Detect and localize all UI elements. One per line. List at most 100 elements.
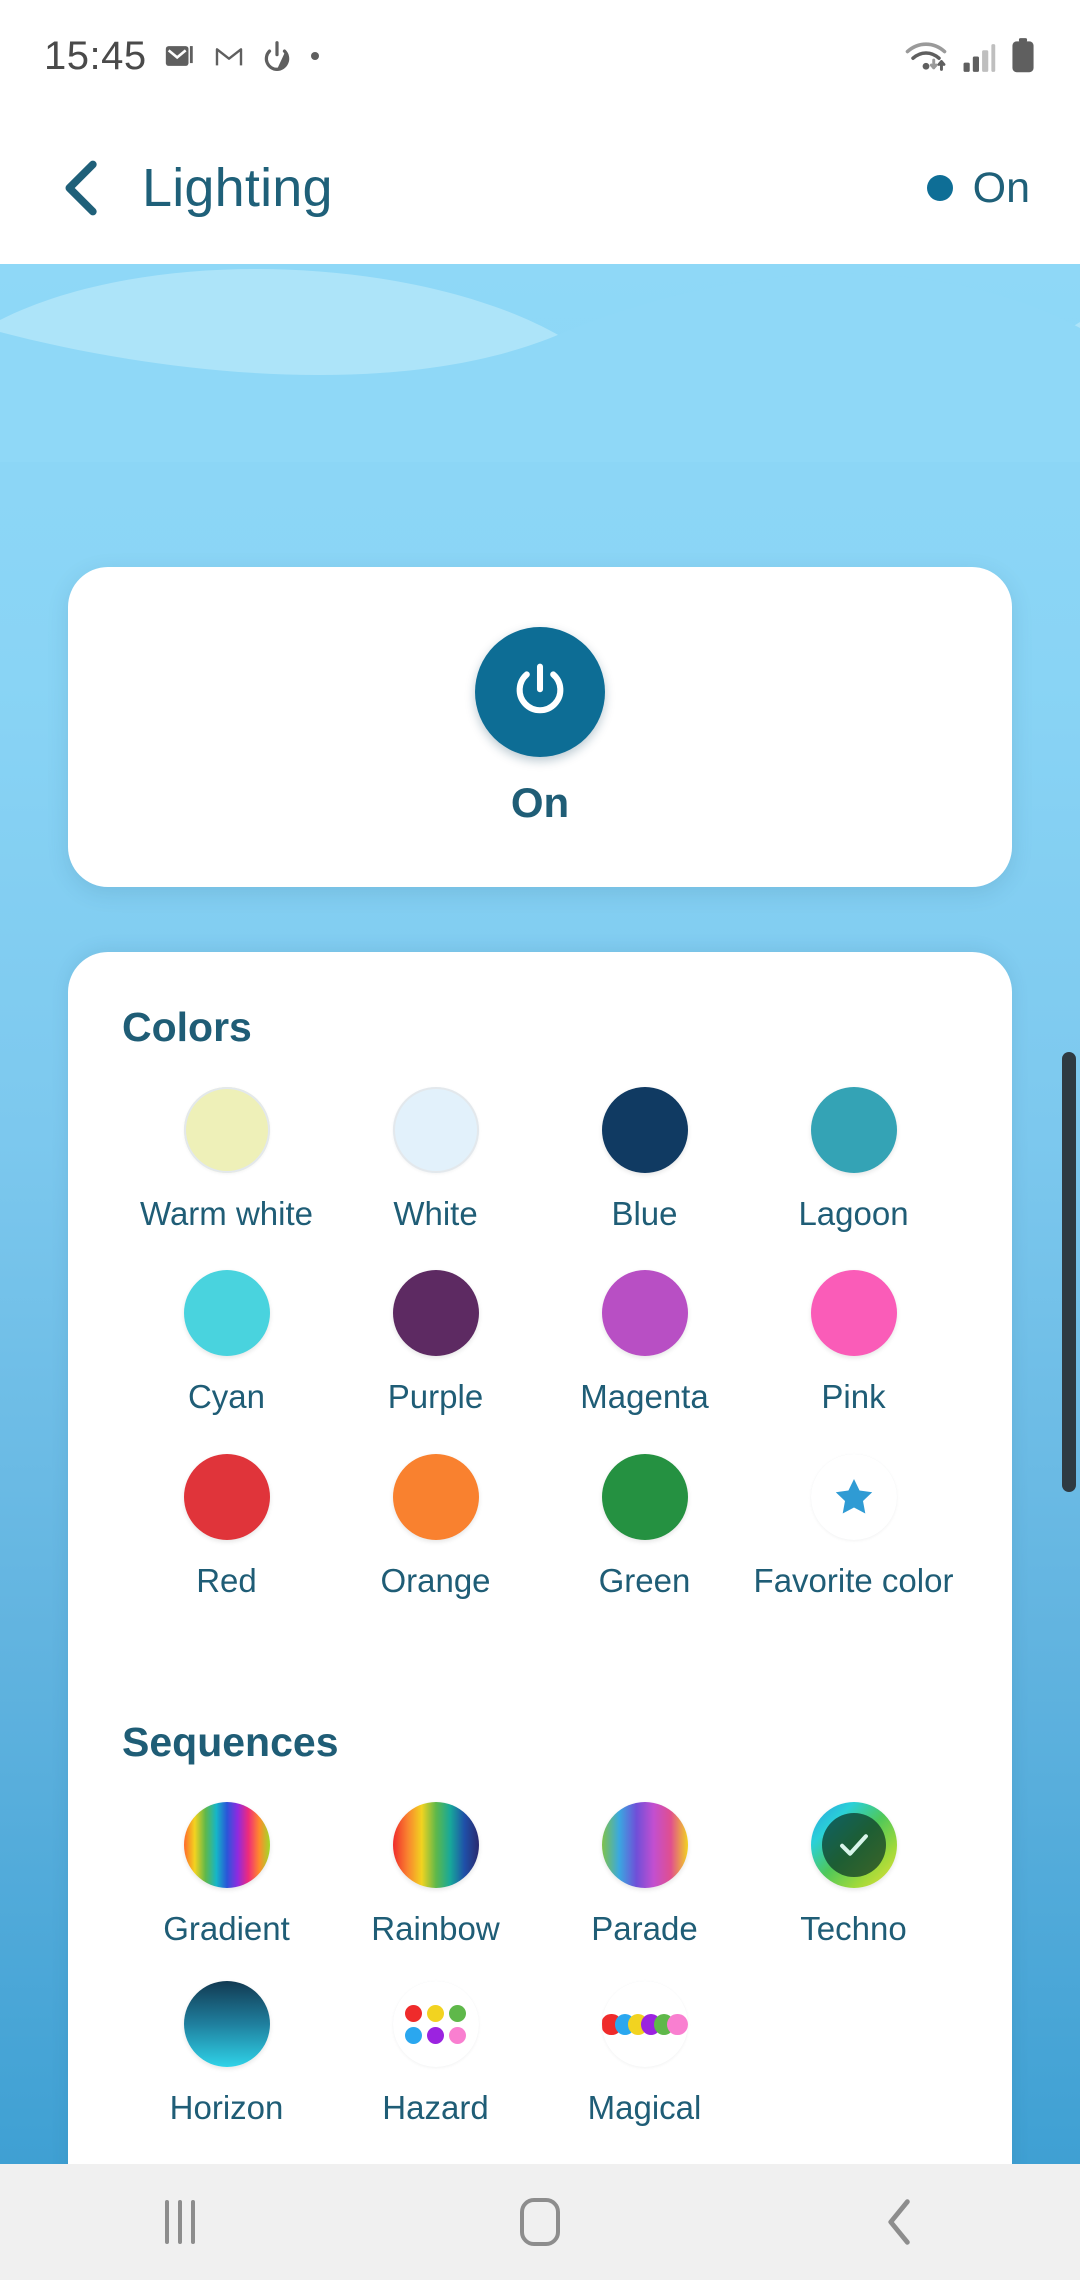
app-header: Lighting On	[0, 112, 1080, 264]
color-swatch	[810, 1453, 897, 1540]
color-swatch-item[interactable]: Pink	[749, 1270, 958, 1417]
power-icon	[516, 663, 564, 714]
power-card: On	[68, 567, 1012, 887]
check-icon	[821, 1812, 886, 1877]
color-swatch-item[interactable]: Warm white	[122, 1087, 331, 1234]
system-navigation-bar	[0, 2164, 1080, 2280]
chevron-left-icon	[65, 160, 97, 216]
sequence-item[interactable]: Horizon	[122, 1981, 331, 2128]
color-swatch	[183, 1087, 270, 1173]
color-swatch-item[interactable]: Favorite color	[749, 1453, 958, 1601]
sequence-item[interactable]: Magical	[540, 1981, 749, 2128]
magical-dot	[667, 2013, 688, 2035]
status-bar-left: 15:45	[44, 34, 321, 79]
power-card-label: On	[510, 779, 570, 826]
color-swatch-item[interactable]: Orange	[331, 1453, 540, 1601]
color-swatch-label: Lagoon	[798, 1195, 909, 1232]
colors-section-title: Colors	[122, 1004, 252, 1050]
nav-back-button[interactable]	[800, 2164, 1000, 2280]
color-swatch	[601, 1453, 688, 1540]
phone-screen: 15:45 Lighting On On Colors Warm white W…	[0, 0, 1080, 2280]
wifi-icon	[905, 42, 947, 71]
star-icon	[810, 1453, 897, 1540]
status-bar-right	[904, 38, 1036, 74]
color-swatch	[601, 1087, 688, 1173]
sequence-swatch	[183, 1801, 270, 1888]
power-toggle-button[interactable]	[475, 627, 605, 757]
color-swatch	[392, 1453, 479, 1540]
recents-icon	[165, 2200, 195, 2244]
hazard-dot	[449, 2004, 466, 2022]
device-state-indicator: On	[926, 163, 1036, 213]
colors-grid: Warm white White Blue Lagoon Cyan Purple Magen…	[122, 1087, 958, 1627]
sequence-swatch	[601, 1801, 688, 1888]
hazard-dot	[405, 2004, 422, 2022]
page-title: Lighting	[142, 158, 333, 218]
color-swatch-item[interactable]: Magenta	[540, 1270, 749, 1417]
sequence-label: Rainbow	[371, 1909, 500, 1947]
sequence-item[interactable]: Gradient	[122, 1801, 331, 1949]
power-saving-icon	[264, 41, 289, 71]
color-swatch-label: Green	[598, 1561, 691, 1599]
battery-icon	[1012, 38, 1034, 73]
home-icon	[520, 2198, 560, 2246]
color-swatch-item[interactable]: Lagoon	[749, 1087, 958, 1234]
color-swatch-label: Blue	[611, 1195, 678, 1232]
sequence-label: Hazard	[382, 2089, 489, 2126]
sequence-swatch	[183, 1981, 270, 2067]
dot-indicator-icon	[310, 52, 319, 60]
color-swatch	[810, 1087, 897, 1173]
color-swatch-item[interactable]: Blue	[540, 1087, 749, 1234]
back-icon	[888, 2199, 910, 2245]
sequence-item[interactable]: Hazard	[331, 1981, 540, 2128]
sequence-label: Parade	[591, 1909, 698, 1947]
status-clock: 15:45	[44, 33, 147, 78]
recents-button[interactable]	[80, 2164, 280, 2280]
email-icon	[165, 46, 193, 66]
magical-dots-icon	[601, 1981, 688, 2067]
sequence-item[interactable]: Techno	[749, 1801, 958, 1949]
sequence-item[interactable]: Parade	[540, 1801, 749, 1949]
color-swatch-label: White	[393, 1195, 478, 1232]
sequence-label: Gradient	[163, 1909, 290, 1947]
color-swatch-label: Favorite color	[753, 1561, 954, 1599]
sequence-label: Techno	[800, 1909, 907, 1947]
sequence-swatch	[810, 1801, 897, 1888]
gmail-icon	[215, 48, 242, 66]
color-swatch-label: Pink	[821, 1378, 886, 1416]
color-swatch-label: Purple	[387, 1378, 484, 1416]
color-swatch	[601, 1270, 688, 1357]
sequence-label: Magical	[587, 2089, 702, 2126]
color-swatch-label: Orange	[380, 1561, 491, 1599]
color-swatch-label: Warm white	[140, 1195, 313, 1232]
home-button[interactable]	[440, 2164, 640, 2280]
sequences-grid: Gradient Rainbow Parade Techno Horizon Hazard…	[122, 1801, 958, 2151]
hazard-dot	[449, 2026, 466, 2044]
color-swatch-item[interactable]: White	[331, 1087, 540, 1234]
color-swatch	[392, 1270, 479, 1357]
color-swatch-label: Magenta	[580, 1378, 709, 1416]
back-button[interactable]	[44, 150, 120, 226]
status-bar: 15:45	[0, 0, 1080, 112]
hazard-dots-icon	[392, 1981, 479, 2067]
hazard-dot	[427, 2026, 444, 2044]
sequence-swatch	[392, 1981, 479, 2067]
color-swatch-item[interactable]: Purple	[331, 1270, 540, 1417]
color-swatch-item[interactable]: Red	[122, 1453, 331, 1601]
color-swatch-item[interactable]: Cyan	[122, 1270, 331, 1417]
main-content: On Colors Warm white White Blue Lagoon Cyan P…	[0, 262, 1080, 2252]
color-swatch-item[interactable]: Green	[540, 1453, 749, 1601]
color-swatch	[183, 1453, 270, 1540]
sequence-swatch	[392, 1801, 479, 1888]
cellular-signal-icon	[963, 44, 996, 72]
color-swatch	[183, 1270, 270, 1357]
color-swatch	[392, 1087, 479, 1173]
scrollbar-thumb[interactable]	[1062, 1052, 1076, 1492]
color-swatch-label: Red	[196, 1561, 257, 1599]
hazard-dot	[405, 2026, 422, 2044]
settings-card: Colors Warm white White Blue Lagoon Cyan Purp…	[68, 952, 1012, 2252]
hazard-dot	[427, 2004, 444, 2022]
sequence-swatch	[601, 1981, 688, 2067]
device-state-label: On	[972, 163, 1030, 212]
sequence-item[interactable]: Rainbow	[331, 1801, 540, 1949]
